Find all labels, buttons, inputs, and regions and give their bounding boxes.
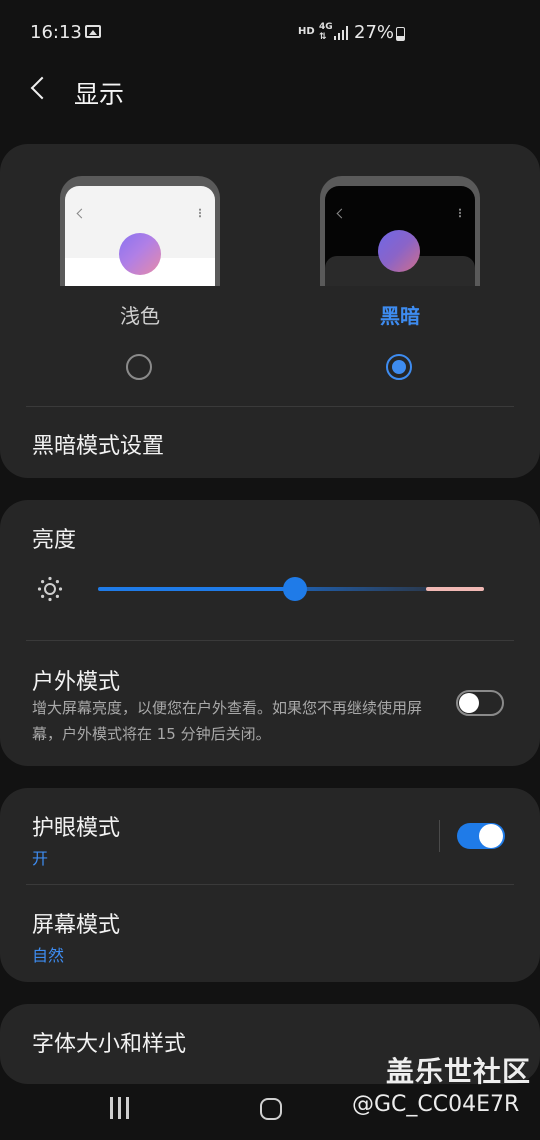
- outdoor-mode-toggle[interactable]: [456, 690, 504, 716]
- hd-voice-indicator: HD: [298, 26, 315, 37]
- brightness-label: 亮度: [32, 528, 77, 553]
- preview-orb: [378, 230, 420, 272]
- font-size-style-item[interactable]: 字体大小和样式: [32, 1026, 186, 1058]
- brightness-slider-limit: [426, 587, 484, 591]
- divider: [26, 640, 514, 641]
- eye-comfort-toggle[interactable]: [457, 823, 505, 849]
- network-type-indicator: 4G ⇅: [319, 22, 333, 42]
- watermark-handle: @GC_CC04E7R: [352, 1092, 520, 1117]
- watermark-title: 盖乐世社区: [386, 1055, 532, 1088]
- dark-theme-radio[interactable]: [386, 354, 412, 380]
- preview-orb: [119, 233, 161, 275]
- gallery-notification-icon: [85, 25, 101, 38]
- dark-theme-label: 黑暗: [380, 304, 420, 328]
- divider: [439, 820, 440, 852]
- screen-mode-title[interactable]: 屏幕模式: [32, 907, 120, 939]
- brightness-slider-headroom: [294, 587, 426, 591]
- dark-mode-settings-item[interactable]: 黑暗模式设置: [32, 428, 164, 460]
- eye-comfort-status: 开: [32, 849, 49, 868]
- recent-apps-icon[interactable]: [110, 1097, 130, 1119]
- home-icon[interactable]: [260, 1098, 282, 1120]
- light-theme-label: 浅色: [120, 304, 160, 328]
- brightness-sun-icon: [37, 576, 63, 602]
- signal-strength-icon: [334, 26, 350, 40]
- outdoor-mode-title[interactable]: 户外模式: [32, 664, 120, 696]
- battery-icon: [396, 27, 405, 41]
- preview-more-icon: [199, 208, 201, 218]
- page-title: 显示: [74, 80, 125, 109]
- eye-comfort-title[interactable]: 护眼模式: [32, 810, 120, 842]
- screen-mode-value: 自然: [32, 946, 65, 965]
- preview-back-icon: [336, 208, 347, 219]
- preview-back-icon: [76, 208, 87, 219]
- status-time: 16:13: [30, 22, 82, 43]
- light-theme-radio[interactable]: [126, 354, 152, 380]
- outdoor-mode-description: 增大屏幕亮度，以便您在户外查看。如果您不再继续使用屏幕，户外模式将在 15 分钟…: [32, 699, 423, 743]
- divider: [26, 406, 514, 407]
- brightness-slider-thumb[interactable]: [282, 577, 307, 601]
- brightness-slider-fill: [98, 587, 295, 591]
- light-theme-preview[interactable]: [60, 176, 220, 286]
- battery-percent: 27%: [354, 22, 395, 43]
- status-bar: 16:13 HD 4G ⇅ 27%: [0, 0, 540, 68]
- dark-theme-preview[interactable]: [320, 176, 480, 286]
- divider: [26, 884, 514, 885]
- preview-more-icon: [459, 208, 461, 218]
